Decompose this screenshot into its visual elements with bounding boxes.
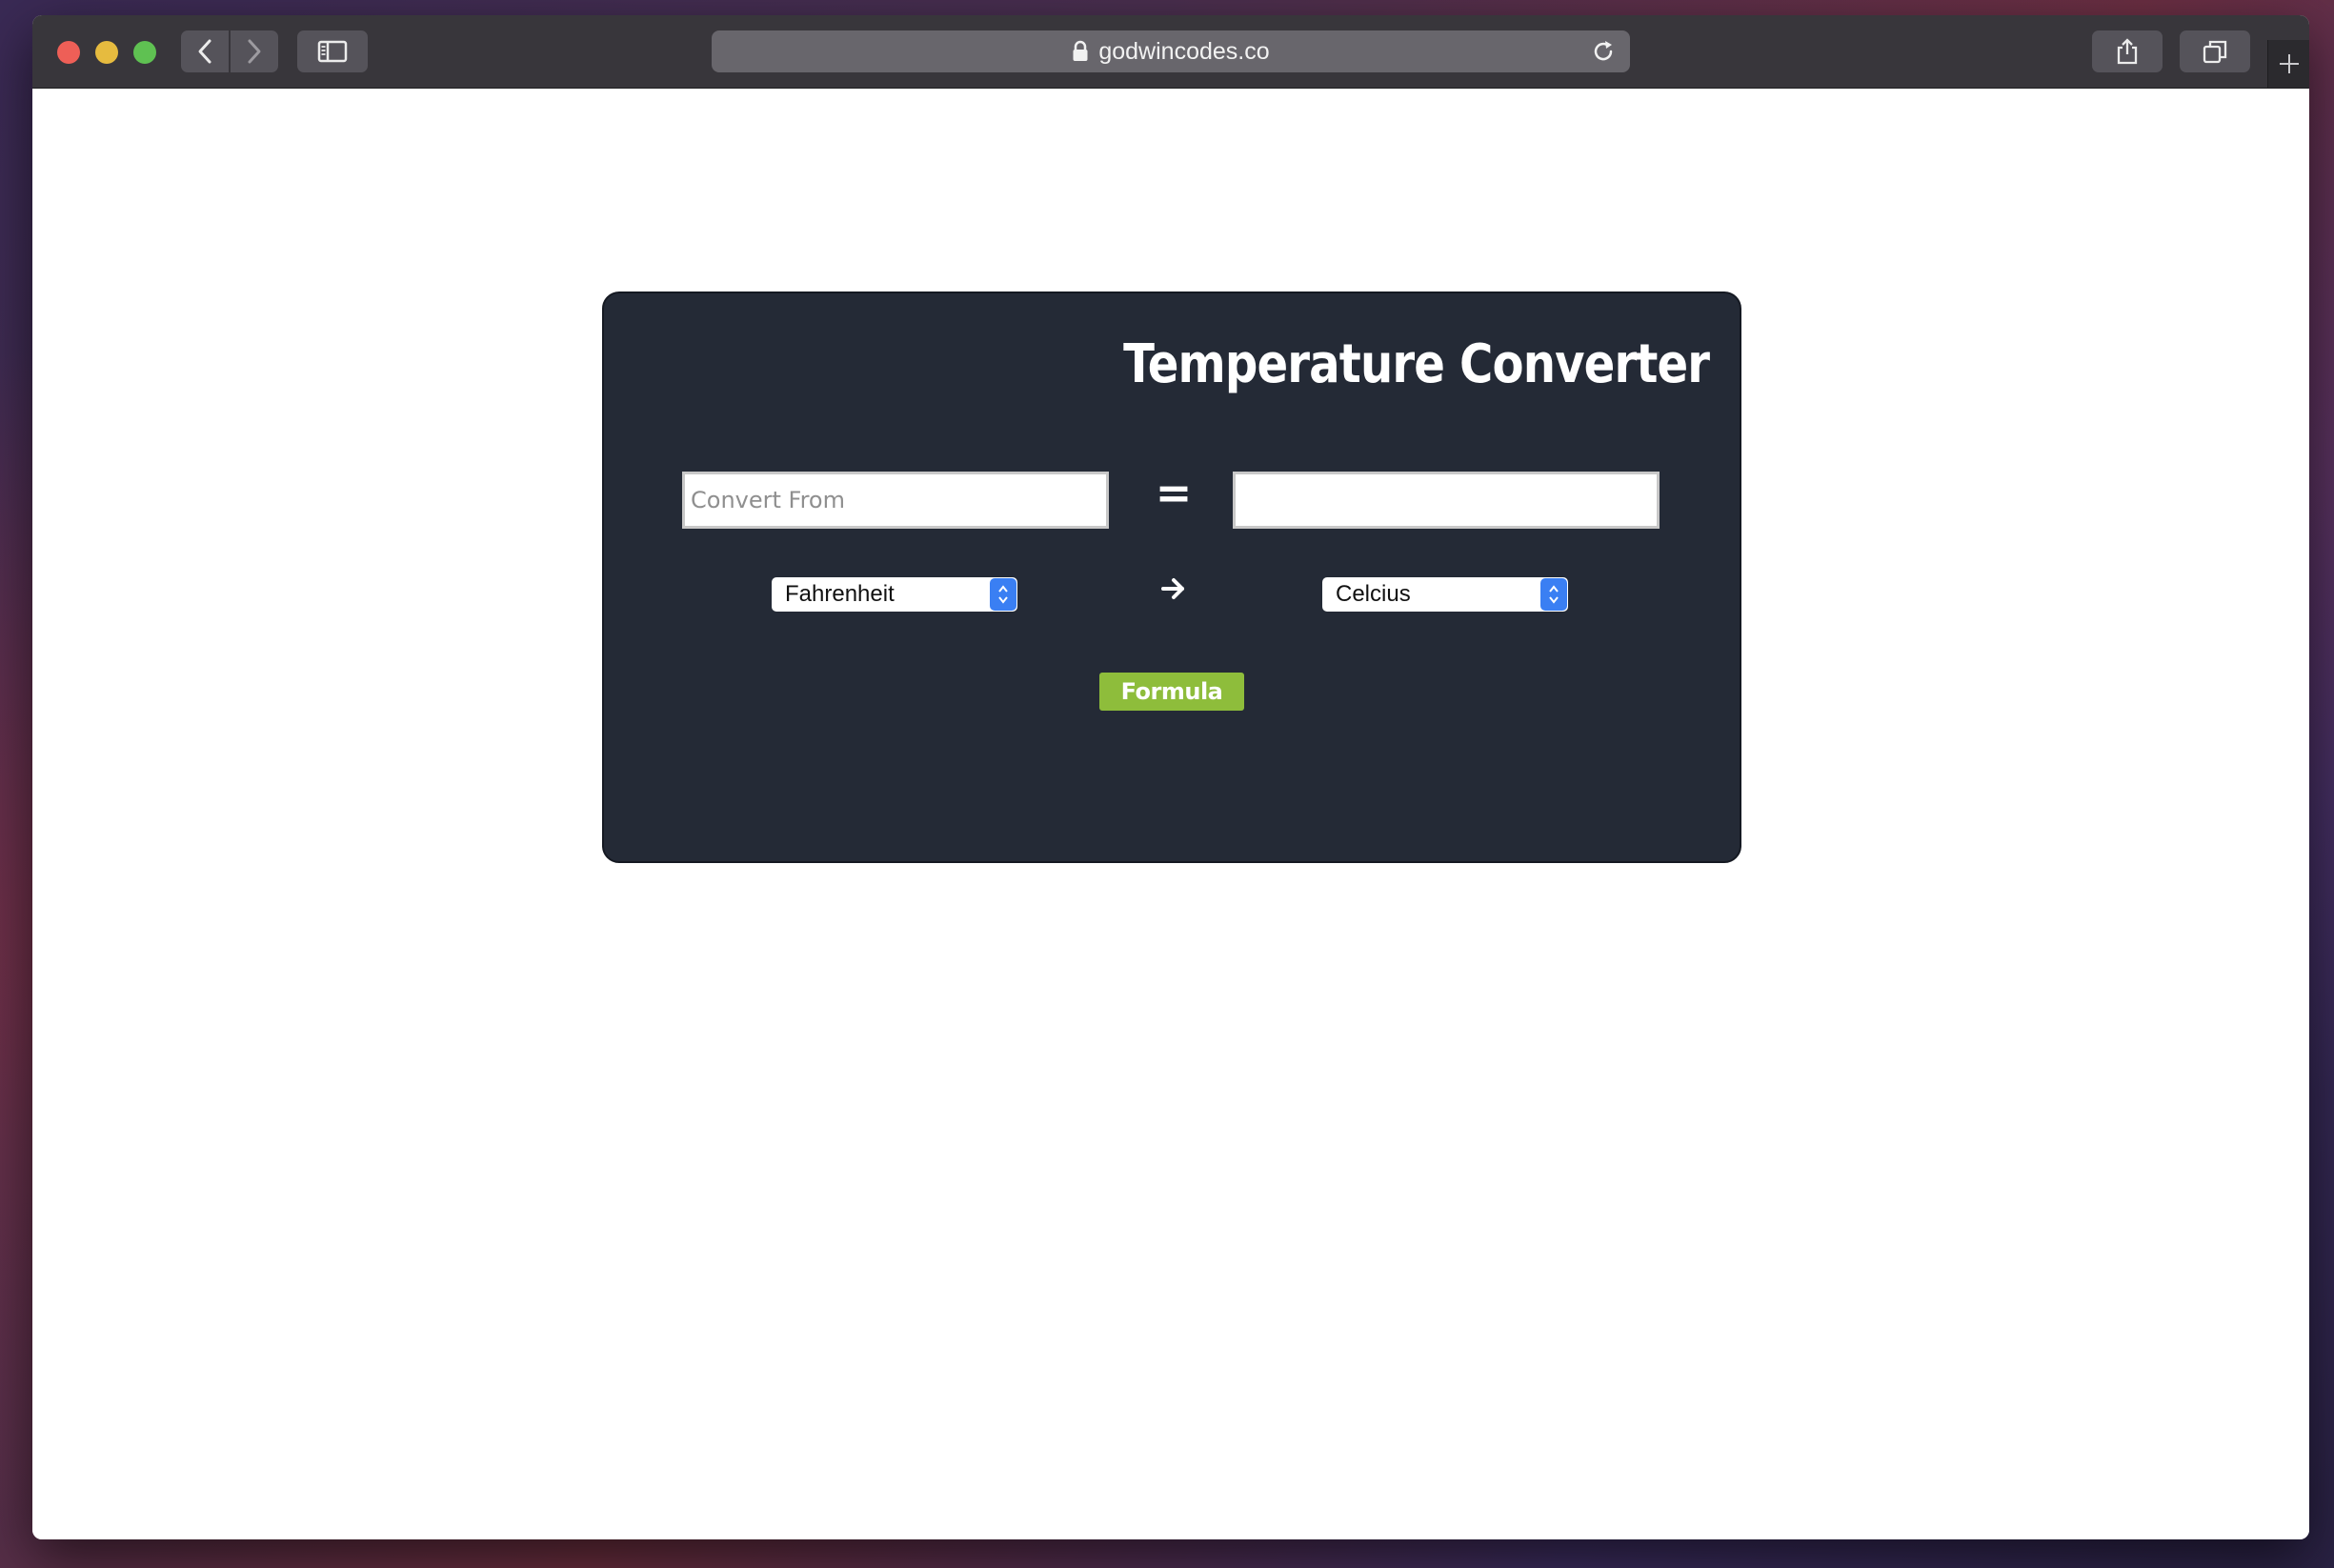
converter-card: Temperature Converter = Fahrenheit [602,291,1741,863]
share-button[interactable] [2092,30,2163,72]
to-unit-value: Celcius [1336,581,1411,607]
browser-toolbar: godwincodes.co [32,15,2309,89]
new-tab-button[interactable] [2267,40,2309,88]
page-content: Temperature Converter = Fahrenheit [32,89,2309,1539]
share-icon [2117,38,2138,65]
window-minimize-button[interactable] [95,41,118,64]
url-text: godwincodes.co [1098,37,1270,65]
browser-window: godwincodes.co Temperature Converter Con… [32,15,2309,1539]
formula-button[interactable]: Formula [1099,673,1244,711]
from-unit-value: Fahrenheit [785,581,895,607]
select-stepper-icon [990,578,1016,611]
back-button[interactable] [181,30,229,72]
tabs-overview-icon [2203,40,2227,64]
lock-icon [1073,40,1088,61]
forward-button[interactable] [231,30,278,72]
tab-overview-button[interactable] [2180,30,2250,72]
equals-sign: = [1155,467,1193,518]
chevron-left-icon [198,39,211,64]
sidebar-toggle-button[interactable] [297,30,368,72]
sidebar-icon [317,40,348,63]
select-stepper-icon [1540,578,1567,611]
page-title: Temperature Converter [1122,333,1710,395]
convert-from-input[interactable] [682,472,1109,529]
arrow-right-icon [1155,573,1193,609]
address-bar[interactable]: godwincodes.co [712,30,1630,72]
window-maximize-button[interactable] [133,41,156,64]
convert-to-output[interactable] [1233,472,1660,529]
chevron-right-icon [248,39,261,64]
window-close-button[interactable] [57,41,80,64]
plus-icon [2280,54,2299,73]
from-unit-select[interactable]: Fahrenheit [772,577,1017,612]
to-unit-select[interactable]: Celcius [1322,577,1568,612]
reload-icon[interactable] [1590,38,1617,65]
